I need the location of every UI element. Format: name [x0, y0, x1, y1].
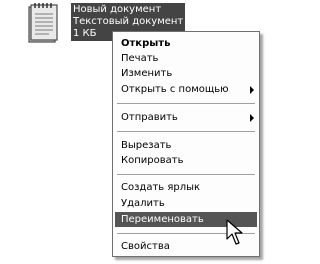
menu-item-delete[interactable]: Удалить — [115, 196, 257, 211]
menu-item-send-to[interactable]: Отправить — [115, 110, 257, 125]
menu-item-label: Открыть с помощью — [121, 84, 229, 95]
menu-item-edit[interactable]: Изменить — [115, 66, 257, 81]
menu-item-label: Отправить — [121, 112, 178, 123]
menu-item-label: Создать ярлык — [121, 182, 201, 193]
menu-separator — [117, 103, 255, 105]
menu-item-create-shortcut[interactable]: Создать ярлык — [115, 180, 257, 195]
notepad-document-icon[interactable] — [27, 2, 61, 44]
menu-item-label: Изменить — [121, 68, 173, 79]
menu-item-label: Открыть — [121, 38, 171, 49]
menu-item-label: Печать — [121, 53, 159, 64]
arrow-cursor-icon — [226, 219, 243, 245]
menu-item-open-with[interactable]: Открыть с помощью — [115, 82, 257, 97]
menu-item-cut[interactable]: Вырезать — [115, 138, 257, 153]
file-name: Новый документ — [73, 4, 162, 15]
menu-separator — [117, 174, 255, 176]
menu-item-copy[interactable]: Копировать — [115, 153, 257, 168]
menu-item-label: Переименовать — [121, 214, 204, 225]
menu-item-label: Вырезать — [121, 140, 172, 151]
menu-item-label: Свойства — [121, 241, 170, 252]
submenu-arrow-icon — [250, 114, 254, 122]
menu-item-open[interactable]: Открыть — [115, 36, 257, 51]
menu-item-print[interactable]: Печать — [115, 51, 257, 66]
file-type: Текстовый документ — [73, 16, 184, 27]
menu-item-label: Удалить — [121, 198, 165, 209]
menu-separator — [117, 131, 255, 133]
menu-item-label: Копировать — [121, 155, 184, 166]
submenu-arrow-icon — [250, 86, 254, 94]
